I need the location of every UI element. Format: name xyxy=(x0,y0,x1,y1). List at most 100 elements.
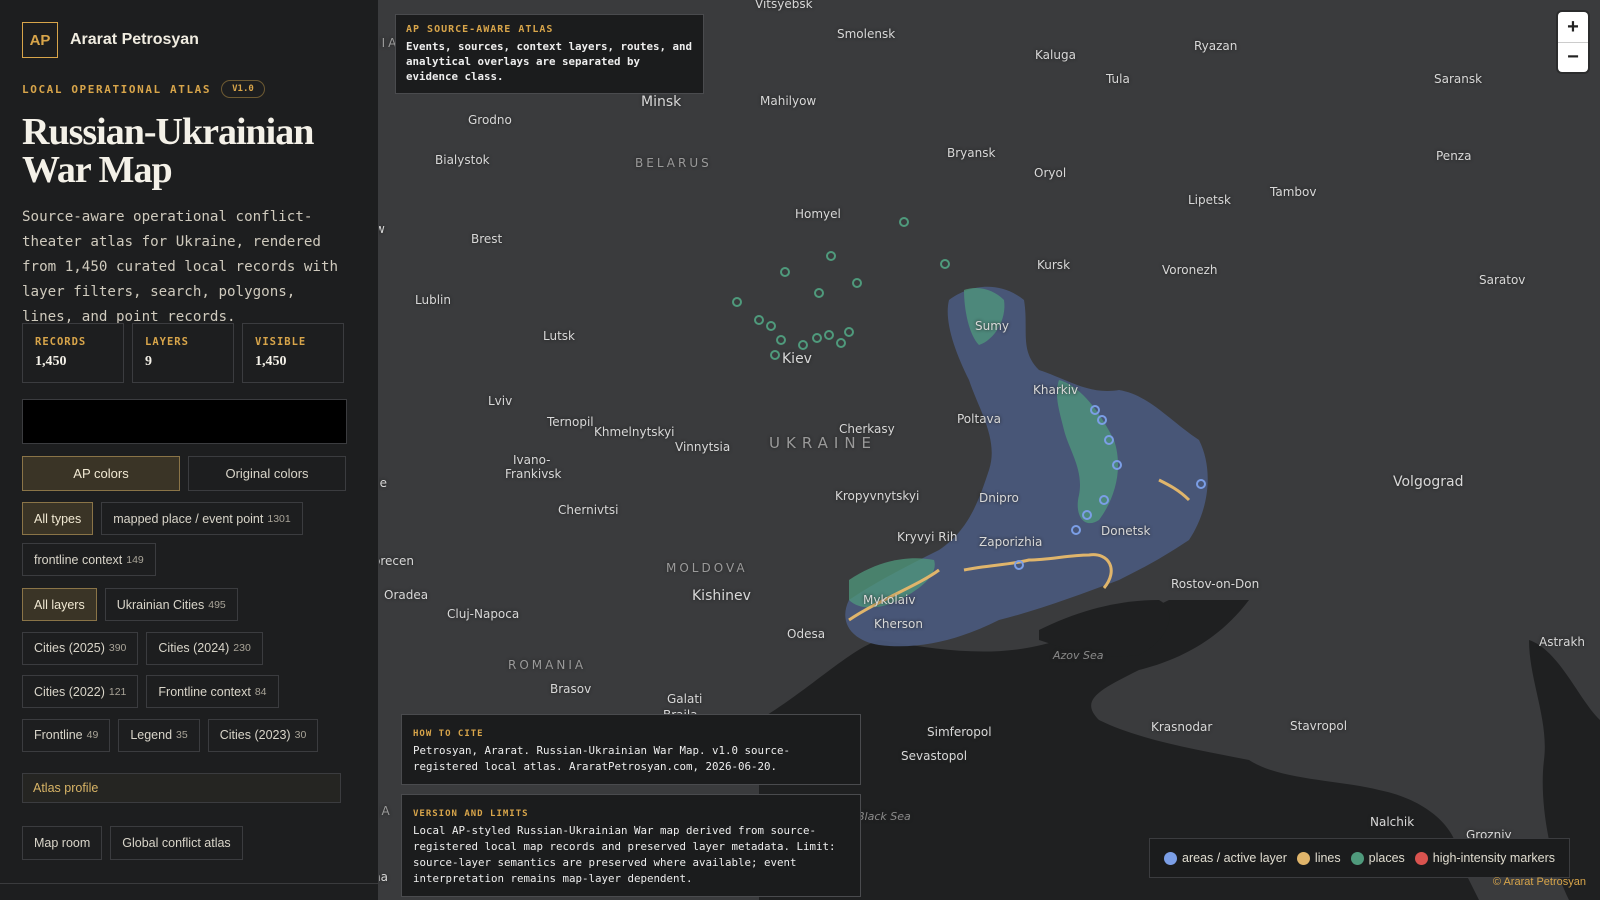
area-marker-cluster xyxy=(1014,405,1206,570)
global-atlas-button[interactable]: Global conflict atlas xyxy=(110,826,243,860)
chip-count: 49 xyxy=(86,729,99,741)
brand-logo[interactable]: AP xyxy=(22,22,58,58)
chip-count: 30 xyxy=(294,729,307,741)
limits-card-text: Local AP-styled Russian-Ukrainian War ma… xyxy=(413,824,836,885)
eyebrow-row: LOCAL OPERATIONAL ATLAS V1.0 xyxy=(22,80,265,98)
map-label-grodno: Grodno xyxy=(468,113,512,127)
map-label-bryansk: Bryansk xyxy=(947,146,996,160)
map-canvas[interactable]: Vitsyebsk Smolensk Kaluga Ryazan Tula Sa… xyxy=(379,0,1600,900)
map-label-saratov: Saratov xyxy=(1479,273,1526,287)
map-label-azov-sea: Azov Sea xyxy=(1053,649,1104,662)
map-label-edge-ce: ce xyxy=(379,476,387,490)
cite-card-text: Petrosyan, Ararat. Russian-Ukrainian War… xyxy=(413,744,791,773)
legend-swatch xyxy=(1350,851,1364,865)
legend-label: places xyxy=(1368,851,1405,865)
original-colors-button[interactable]: Original colors xyxy=(188,456,346,491)
map-label-kherson: Kherson xyxy=(874,617,923,631)
map-label-lviv: Lviv xyxy=(488,394,513,408)
chip-label: All layers xyxy=(34,597,85,612)
map-label-sumy: Sumy xyxy=(975,319,1010,333)
type-filter-mapped-place[interactable]: mapped place / event point 1301 xyxy=(101,502,303,535)
map-label-homyel: Homyel xyxy=(795,207,841,221)
stat-layers: LAYERS 9 xyxy=(132,323,234,383)
chip-count: 121 xyxy=(108,685,127,698)
brand[interactable]: AP Ararat Petrosyan xyxy=(22,22,199,58)
limits-card: VERSION AND LIMITS Local AP-styled Russi… xyxy=(401,794,861,897)
legend-item-high-intensity: high-intensity markers xyxy=(1414,851,1555,865)
legend-item-places: places xyxy=(1350,851,1405,865)
zoom-out-button[interactable]: − xyxy=(1558,42,1588,72)
type-filter-all[interactable]: All types xyxy=(22,502,94,535)
stat-label: RECORDS xyxy=(35,336,87,348)
layer-filter-cities-2022[interactable]: Cities (2022) 121 xyxy=(22,675,139,708)
place-marker-cluster xyxy=(732,217,950,360)
chip-label: All types xyxy=(34,511,82,526)
map-label-belarus: BELARUS xyxy=(635,156,712,170)
map-label-vitsyebsk: Vitsyebsk xyxy=(755,0,813,11)
map-label-frankivsk: Frankivsk xyxy=(505,467,562,481)
type-filter-frontline-context[interactable]: frontline context 149 xyxy=(22,543,156,576)
map-label-dnipro: Dnipro xyxy=(979,491,1019,505)
chip-count: 1301 xyxy=(267,512,291,525)
map-label-lipetsk: Lipetsk xyxy=(1188,193,1231,207)
stats-row: RECORDS 1,450 LAYERS 9 VISIBLE 1,450 xyxy=(22,323,344,383)
layer-filter-cities-2024[interactable]: Cities (2024) 230 xyxy=(146,631,263,665)
zoom-in-button[interactable]: + xyxy=(1558,12,1588,42)
search-input[interactable] xyxy=(22,399,347,444)
legend-swatch xyxy=(1414,851,1428,865)
map-label-smolensk: Smolensk xyxy=(837,27,896,41)
chip-label: Frontline context xyxy=(158,684,251,699)
atlas-card-title: AP SOURCE-AWARE ATLAS xyxy=(406,24,554,35)
layer-filter-frontline-context[interactable]: Frontline context 84 xyxy=(146,675,279,708)
map-label-chernivtsi: Chernivtsi xyxy=(558,503,619,517)
copyright-notice: © Ararat Petrosyan xyxy=(1492,876,1586,888)
atlas-description: Source-aware operational conflict-theate… xyxy=(22,209,339,325)
map-label-oryol: Oryol xyxy=(1034,166,1067,180)
layer-filter-cities-2023[interactable]: Cities (2023) 30 xyxy=(207,718,319,752)
layer-filter-ukrainian-cities[interactable]: Ukrainian Cities 495 xyxy=(104,588,238,621)
map-label-minsk: Minsk xyxy=(641,94,682,110)
layer-filter-frontline[interactable]: Frontline 49 xyxy=(22,718,111,752)
version-badge: V1.0 xyxy=(221,80,265,98)
stat-label: VISIBLE xyxy=(255,336,307,348)
map-label-simferopol: Simferopol xyxy=(927,725,992,739)
chip-count: 390 xyxy=(108,642,127,654)
brand-name[interactable]: Ararat Petrosyan xyxy=(70,31,199,49)
map-label-mykolaiv: Mykolaiv xyxy=(863,593,916,607)
map-label-poltava: Poltava xyxy=(957,412,1001,426)
map-room-button[interactable]: Map room xyxy=(22,826,103,860)
map-label-donetsk: Donetsk xyxy=(1101,524,1151,538)
map-label-kaluga: Kaluga xyxy=(1035,48,1076,62)
sidebar-divider xyxy=(0,883,378,884)
cite-card: HOW TO CITE Petrosyan, Ararat. Russian-U… xyxy=(401,714,861,785)
chip-label: Cities (2024) xyxy=(158,641,230,655)
page-title: Russian-Ukrainian War Map xyxy=(22,111,314,191)
map-label-edge-w: w xyxy=(379,222,385,236)
layer-filter-all[interactable]: All layers xyxy=(22,588,97,621)
map-label-penza: Penza xyxy=(1436,149,1472,163)
chip-label: Cities (2025) xyxy=(34,641,105,655)
map-label-edge-na: na xyxy=(379,870,388,884)
stat-label: LAYERS xyxy=(145,336,189,348)
stat-value: 9 xyxy=(145,354,152,369)
ap-colors-button[interactable]: AP colors xyxy=(22,456,180,491)
layer-filter-cities-2025[interactable]: Cities (2025) 390 xyxy=(22,631,139,665)
chip-count: 84 xyxy=(254,685,267,698)
zoom-control: + − xyxy=(1558,12,1588,72)
chip-count: 230 xyxy=(233,642,251,654)
atlas-profile-link[interactable]: Atlas profile xyxy=(22,773,341,803)
map-label-voronezh: Voronezh xyxy=(1162,263,1218,277)
chip-count: 35 xyxy=(176,729,188,741)
layer-filter-legend[interactable]: Legend 35 xyxy=(118,718,200,752)
bottom-links: Map room Global conflict atlas xyxy=(22,826,243,860)
map-label-tambov: Tambov xyxy=(1270,185,1317,199)
map-label-odesa: Odesa xyxy=(787,627,826,641)
map-label-cluj-napoca: Cluj-Napoca xyxy=(447,607,520,621)
map-label-lublin: Lublin xyxy=(415,293,451,307)
map-label-edge-ia: IA xyxy=(379,804,393,818)
chip-label: Cities (2023) xyxy=(219,728,291,742)
map-label-brest: Brest xyxy=(471,232,503,246)
map-label-vinnytsia: Vinnytsia xyxy=(675,440,731,454)
stat-records: RECORDS 1,450 xyxy=(22,323,124,383)
chip-label: Legend xyxy=(130,728,173,742)
